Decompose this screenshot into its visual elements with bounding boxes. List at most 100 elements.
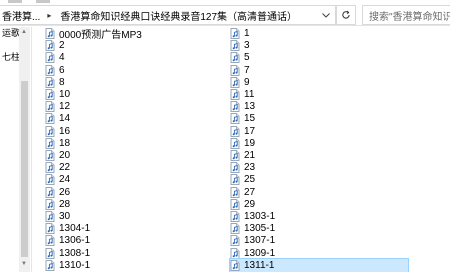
file-list: 0000预测广告MP3 2 4 6 8 10 12 14 16 18 20 22 24 26 28 30 130… <box>40 27 450 272</box>
audio-file-icon <box>230 125 240 137</box>
scrollbar-thumb[interactable] <box>21 81 28 257</box>
file-name: 18 <box>59 137 71 149</box>
file-item[interactable]: 30 <box>45 210 70 223</box>
file-name: 8 <box>59 76 65 88</box>
refresh-icon <box>342 10 350 19</box>
file-item[interactable]: 1306-1 <box>45 234 90 247</box>
file-item[interactable]: 18 <box>45 137 70 150</box>
file-item[interactable]: 17 <box>230 125 255 138</box>
file-item[interactable]: 28 <box>45 198 70 211</box>
file-name: 22 <box>59 162 71 174</box>
audio-file-icon <box>230 211 240 222</box>
file-item[interactable]: 8 <box>45 76 65 89</box>
audio-file-icon <box>230 198 240 210</box>
file-name: 26 <box>59 186 71 198</box>
breadcrumb-parent[interactable]: 香港算... <box>0 8 42 23</box>
file-item[interactable]: 16 <box>45 125 70 138</box>
audio-file-icon <box>230 223 240 235</box>
file-item[interactable]: 27 <box>230 186 255 199</box>
audio-file-icon <box>45 64 55 76</box>
file-item[interactable]: 5 <box>230 51 250 64</box>
file-item[interactable]: 15 <box>230 112 255 125</box>
refresh-button[interactable] <box>336 5 356 25</box>
file-name: 27 <box>244 186 256 198</box>
file-name: 1308-1 <box>59 247 91 259</box>
audio-file-icon <box>230 150 240 161</box>
file-name: 3 <box>244 40 250 52</box>
file-name: 11 <box>244 89 255 100</box>
audio-file-icon <box>230 40 240 52</box>
audio-file-icon <box>45 40 55 52</box>
file-item[interactable]: 26 <box>45 186 70 199</box>
audio-file-icon <box>230 162 240 174</box>
audio-file-icon <box>230 113 240 125</box>
file-item[interactable]: 10 <box>45 88 70 101</box>
nav-item[interactable]: 七柱 <box>2 50 20 63</box>
file-item[interactable]: 9 <box>230 76 250 89</box>
file-item[interactable]: 12 <box>45 100 70 113</box>
file-name: 30 <box>59 211 71 222</box>
file-name: 23 <box>244 162 256 174</box>
address-bar[interactable]: 香港算... ▸ 香港算命知识经典口诀经典录音127集（高清普通话） <box>0 5 336 25</box>
file-item[interactable]: 29 <box>230 198 255 211</box>
file-item[interactable]: 1305-1 <box>230 222 275 235</box>
search-input[interactable]: 搜索"香港算命知识 <box>362 5 450 25</box>
file-item[interactable]: 22 <box>45 161 70 174</box>
file-item[interactable]: 3 <box>230 39 250 52</box>
file-item[interactable]: 21 <box>230 149 255 162</box>
file-item[interactable]: 1 <box>230 27 250 40</box>
file-name: 1304-1 <box>59 223 91 235</box>
file-name: 21 <box>244 150 256 161</box>
audio-file-icon <box>230 76 240 88</box>
file-item[interactable]: 11 <box>230 88 254 101</box>
file-item[interactable]: 1309-1 <box>230 247 275 260</box>
file-name: 2 <box>59 40 65 52</box>
file-item[interactable]: 1303-1 <box>230 210 275 223</box>
file-item[interactable]: 6 <box>45 64 65 77</box>
file-name: 6 <box>59 64 65 76</box>
pane-divider[interactable] <box>31 27 32 272</box>
file-name: 1307-1 <box>244 235 276 247</box>
breadcrumb-current[interactable]: 香港算命知识经典口诀经典录音127集（高清普通话） <box>56 8 297 23</box>
file-item[interactable]: 1307-1 <box>230 234 275 247</box>
audio-file-icon <box>45 101 55 113</box>
audio-file-icon <box>45 174 55 186</box>
file-item[interactable]: 25 <box>230 173 255 186</box>
file-item[interactable]: 19 <box>230 137 255 150</box>
file-item[interactable]: 20 <box>45 149 70 162</box>
file-name: 4 <box>59 52 65 64</box>
audio-file-icon <box>45 52 55 64</box>
file-item[interactable]: 1308-1 <box>45 247 90 260</box>
file-name: 20 <box>59 150 71 161</box>
chevron-down-icon[interactable] <box>318 6 334 24</box>
file-item[interactable]: 1310-1 <box>45 259 90 272</box>
file-item[interactable]: 0000预测广告MP3 <box>45 27 142 41</box>
audio-file-icon <box>230 247 240 259</box>
nav-scrollbar[interactable]: ▲ ▼ <box>19 27 30 272</box>
file-name: 10 <box>59 89 71 100</box>
file-name: 16 <box>59 125 71 137</box>
file-item[interactable]: 2 <box>45 39 65 52</box>
audio-file-icon <box>45 223 55 235</box>
file-item[interactable]: 1304-1 <box>45 222 90 235</box>
file-item[interactable]: 7 <box>230 64 250 77</box>
audio-file-icon <box>45 186 55 198</box>
nav-item[interactable]: 运歌 <box>2 26 20 39</box>
file-item-selected[interactable]: 1311-1 <box>229 257 409 272</box>
audio-file-icon <box>230 101 240 113</box>
file-name: 1305-1 <box>244 223 276 235</box>
search-placeholder: 搜索"香港算命知识 <box>369 11 450 23</box>
file-item[interactable]: 4 <box>45 51 65 64</box>
file-item[interactable]: 14 <box>45 112 70 125</box>
scroll-up-icon[interactable]: ▲ <box>21 29 27 35</box>
audio-file-icon <box>230 52 240 64</box>
file-item[interactable]: 23 <box>230 161 255 174</box>
file-name: 15 <box>244 113 256 125</box>
file-name: 14 <box>59 113 71 125</box>
file-item[interactable]: 13 <box>230 100 255 113</box>
breadcrumb-separator-icon[interactable]: ▸ <box>42 11 56 20</box>
tab-fragment <box>8 0 22 3</box>
file-name: 12 <box>59 101 71 113</box>
scroll-down-icon[interactable]: ▼ <box>21 261 27 267</box>
file-item[interactable]: 24 <box>45 173 70 186</box>
